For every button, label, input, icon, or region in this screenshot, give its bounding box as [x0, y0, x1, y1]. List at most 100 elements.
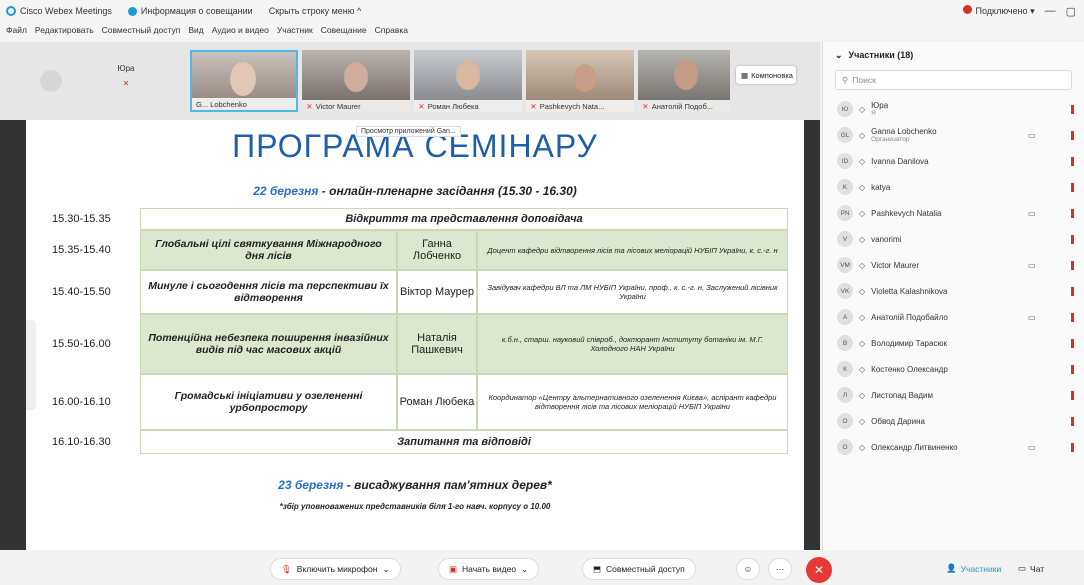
row-time: 15.50-16.00: [48, 314, 140, 374]
participant-row[interactable]: К ◇ Костенко Олександр: [823, 356, 1084, 382]
participants-icon: 👤: [946, 563, 957, 573]
participants-toggle-button[interactable]: 👤 Участники: [946, 563, 1001, 574]
participants-title: Участники (18): [848, 50, 914, 60]
video-tile-name: ⨯ Victor Maurer: [302, 100, 410, 112]
leave-meeting-button[interactable]: ✕: [806, 557, 832, 583]
video-off-icon: ▣: [449, 563, 458, 574]
day1-heading: 22 березня - онлайн-пленарне засідання (…: [26, 184, 804, 198]
mic-muted-icon: [1071, 390, 1074, 400]
more-icon: ⋯: [775, 563, 785, 574]
participants-search-input[interactable]: ⚲ Поиск: [835, 70, 1072, 90]
minimize-button[interactable]: —: [1045, 5, 1056, 17]
more-options-button[interactable]: ⋯: [768, 558, 792, 580]
chat-toggle-button[interactable]: ▭ Чат: [1018, 563, 1044, 574]
participant-info: Олександр Литвиненко: [871, 443, 957, 452]
row-desc: Доцент кафедри відтворення лісів та лісо…: [477, 230, 788, 270]
participants-panel: ⌄ Участники (18) ⚲ Поиск Ю ◇ Юра Я GL ◇ Ganna …: [822, 42, 1084, 550]
reactions-button[interactable]: ☺: [736, 558, 760, 580]
presentation-slide: ПРОГРАМА СЕМІНАРУ Просмотр приложений Ga…: [26, 120, 804, 550]
participants-header[interactable]: ⌄ Участники (18): [823, 42, 1084, 68]
menu-view[interactable]: Вид: [188, 25, 203, 35]
participant-row[interactable]: Ю ◇ Юра Я: [823, 96, 1084, 122]
day2-text: - висаджування пам'ятних дерев*: [343, 478, 552, 492]
device-icon: ◇: [859, 104, 866, 114]
strip-prev-button[interactable]: [40, 70, 62, 92]
participant-row[interactable]: О ◇ Обвод Дарина: [823, 408, 1084, 434]
participant-row[interactable]: VM ◇ Victor Maurer ▭: [823, 252, 1084, 278]
chat-icon: ▭: [1018, 563, 1027, 573]
participant-info: Костенко Олександр: [871, 365, 948, 374]
participant-name: Ganna Lobchenko: [871, 127, 937, 136]
video-tile-name: ⨯ Pashkevych Nata...: [526, 100, 634, 112]
video-tile[interactable]: ⨯ Анатолій Подоб...: [638, 50, 730, 112]
row-time: 15.30-15.35: [52, 213, 111, 225]
menu-share[interactable]: Совместный доступ: [102, 25, 181, 35]
row-time: 15.35-15.40: [48, 230, 140, 270]
menu-help[interactable]: Справка: [375, 25, 408, 35]
webex-window: Cisco Webex Meetings Информация о совеща…: [0, 0, 1084, 585]
participant-face: [344, 62, 368, 92]
day1-text: - онлайн-пленарне засідання (15.30 - 16.…: [318, 184, 577, 198]
participant-row[interactable]: PN ◇ Pashkevych Natalia ▭: [823, 200, 1084, 226]
video-tile[interactable]: ⨯ Роман Любека: [414, 50, 522, 112]
video-tile[interactable]: G... Lobchenko: [190, 50, 298, 112]
info-icon: [127, 6, 137, 16]
avatar: О: [837, 439, 853, 455]
row-time: 16.10-16.30: [52, 436, 111, 448]
menu-file[interactable]: Файл: [6, 25, 27, 35]
maximize-button[interactable]: ▢: [1066, 5, 1076, 18]
device-icon: ◇: [859, 234, 866, 244]
control-bar: 🎙 Включить микрофон ⌄ ▣ Начать видео ⌄ ⬒…: [0, 550, 1084, 585]
start-video-button[interactable]: ▣ Начать видео ⌄: [438, 558, 540, 580]
avatar: VM: [837, 257, 853, 273]
connection-status[interactable]: Подключено ▾: [962, 5, 1035, 17]
participant-row[interactable]: О ◇ Олександр Литвиненко ▭: [823, 434, 1084, 460]
participant-row[interactable]: В ◇ Володимир Тарасюк: [823, 330, 1084, 356]
menu-audio-video[interactable]: Аудио и видео: [212, 25, 269, 35]
self-name: Юра: [117, 64, 135, 73]
hide-menu-button[interactable]: Скрыть строку меню ^: [269, 6, 362, 16]
layout-button[interactable]: ▦ Компоновка: [736, 66, 796, 84]
participant-info: katya: [871, 183, 890, 192]
participant-row[interactable]: А ◇ Анатолій Подобайло ▭: [823, 304, 1084, 330]
participant-row[interactable]: Л ◇ Листопад Вадим: [823, 382, 1084, 408]
meeting-info-button[interactable]: Информация о совещании: [127, 6, 253, 16]
share-button[interactable]: ⬒ Совместный доступ: [582, 558, 696, 580]
share-icon: ⬒: [593, 563, 602, 574]
participant-name: Олександр Литвиненко: [871, 442, 958, 452]
menu-participant[interactable]: Участник: [277, 25, 313, 35]
annotation-side-tab[interactable]: [26, 320, 36, 410]
participant-info: vanorimi: [871, 235, 901, 244]
row-speaker: Наталія Пашкевич: [397, 314, 477, 374]
layout-icon: ▦: [741, 70, 749, 80]
mic-muted-icon: [1071, 130, 1074, 140]
shared-app-tooltip: Просмотр приложений Gan...: [356, 126, 461, 137]
mic-muted-icon: [1071, 156, 1074, 166]
video-tile[interactable]: ⨯ Victor Maurer: [302, 50, 410, 112]
participant-row[interactable]: GL ◇ Ganna Lobchenko Организатор ▭: [823, 122, 1084, 148]
unmute-button[interactable]: 🎙 Включить микрофон ⌄: [270, 558, 401, 580]
participant-info: Violetta Kalashnikova: [871, 287, 947, 296]
avatar: V: [837, 231, 853, 247]
self-tile[interactable]: Юра ✕: [96, 64, 156, 88]
mic-muted-icon: [1071, 338, 1074, 348]
participant-name: Victor Maurer: [871, 260, 920, 270]
chevron-down-icon: ⌄: [521, 563, 529, 574]
app-title: Cisco Webex Meetings: [20, 6, 112, 16]
share-label: Совместный доступ: [606, 564, 685, 574]
table-row: 15.30-15.35 Відкриття та представлення д…: [48, 208, 788, 230]
row-speaker: Роман Любека: [397, 374, 477, 430]
table-row: 15.50-16.00 Потенційна небезпека поширен…: [48, 314, 788, 374]
participant-row[interactable]: ID ◇ Ivanna Danilova: [823, 148, 1084, 174]
menu-meeting[interactable]: Совещание: [321, 25, 367, 35]
participant-row[interactable]: V ◇ vanorimi: [823, 226, 1084, 252]
mic-muted-icon: [1071, 104, 1074, 114]
video-tile[interactable]: ⨯ Pashkevych Nata...: [526, 50, 634, 112]
participant-row[interactable]: K ◇ katya: [823, 174, 1084, 200]
mic-muted-icon: [1071, 208, 1074, 218]
menu-edit[interactable]: Редактировать: [35, 25, 94, 35]
camera-icon: ▭: [1028, 442, 1036, 452]
chevron-down-icon: ⌄: [382, 563, 390, 574]
participant-row[interactable]: VK ◇ Violetta Kalashnikova: [823, 278, 1084, 304]
close-icon: ✕: [813, 563, 825, 577]
